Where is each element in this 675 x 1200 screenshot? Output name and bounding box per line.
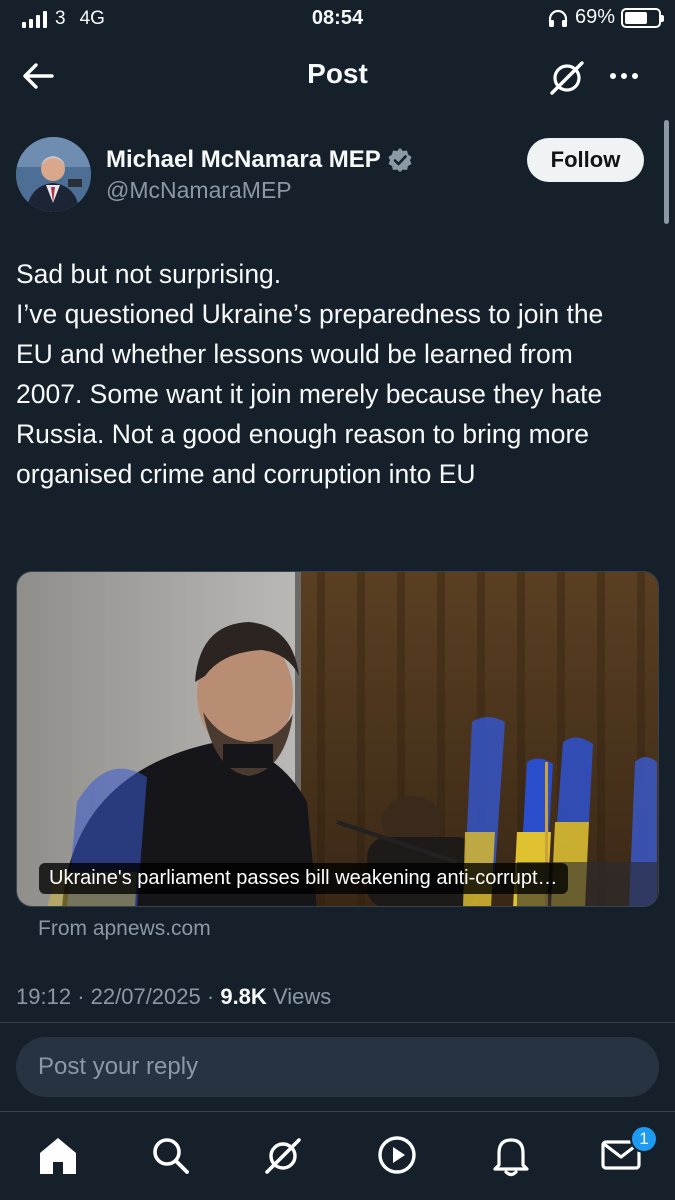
- back-arrow-icon[interactable]: [18, 56, 58, 96]
- grok-icon[interactable]: [260, 1132, 306, 1178]
- post-meta: 19:12 · 22/07/2025 · 9.8K Views: [16, 984, 331, 1010]
- card-caption[interactable]: Ukraine's parliament passes bill weakeni…: [39, 863, 568, 894]
- author-handle[interactable]: @McNamaraMEP: [106, 177, 292, 204]
- tweet-text: Sad but not surprising. I’ve questioned …: [16, 259, 604, 489]
- meta-separator: ·: [206, 984, 215, 1009]
- scrollbar[interactable]: [664, 120, 669, 224]
- news-photo[interactable]: [17, 572, 659, 907]
- headphones-icon: [548, 9, 568, 27]
- views-count[interactable]: 9.8K: [220, 984, 266, 1009]
- post-date: 22/07/2025: [90, 984, 201, 1009]
- more-options-icon[interactable]: [604, 56, 644, 96]
- divider: [0, 1022, 675, 1023]
- status-right: 69%: [547, 6, 664, 29]
- avatar[interactable]: [16, 137, 91, 212]
- battery-percent: 69%: [574, 6, 615, 28]
- grok-icon[interactable]: [546, 56, 588, 98]
- status-bar: 3 4G 08:54 69%: [0, 0, 675, 38]
- video-icon[interactable]: [374, 1132, 420, 1178]
- post-time: 19:12: [16, 984, 72, 1009]
- views-label[interactable]: Views: [273, 984, 331, 1009]
- verified-badge-icon: [388, 148, 412, 172]
- link-card[interactable]: Ukraine's parliament passes bill weakeni…: [16, 571, 659, 907]
- card-source[interactable]: From apnews.com: [38, 917, 211, 941]
- author-name[interactable]: Michael McNamara MEP: [106, 146, 413, 174]
- battery-icon: [621, 7, 664, 28]
- home-icon[interactable]: [35, 1132, 81, 1178]
- follow-button[interactable]: Follow: [527, 138, 644, 182]
- meta-separator: ·: [77, 984, 85, 1009]
- notifications-icon[interactable]: [488, 1132, 534, 1178]
- battery-fill: [625, 11, 648, 24]
- top-bar: Post: [0, 42, 675, 108]
- messages-badge: 1: [630, 1125, 658, 1153]
- search-icon[interactable]: [147, 1132, 193, 1178]
- bottom-nav: [0, 1112, 675, 1200]
- author-name-text[interactable]: Michael McNamara MEP: [106, 146, 381, 174]
- reply-input[interactable]: [16, 1037, 659, 1097]
